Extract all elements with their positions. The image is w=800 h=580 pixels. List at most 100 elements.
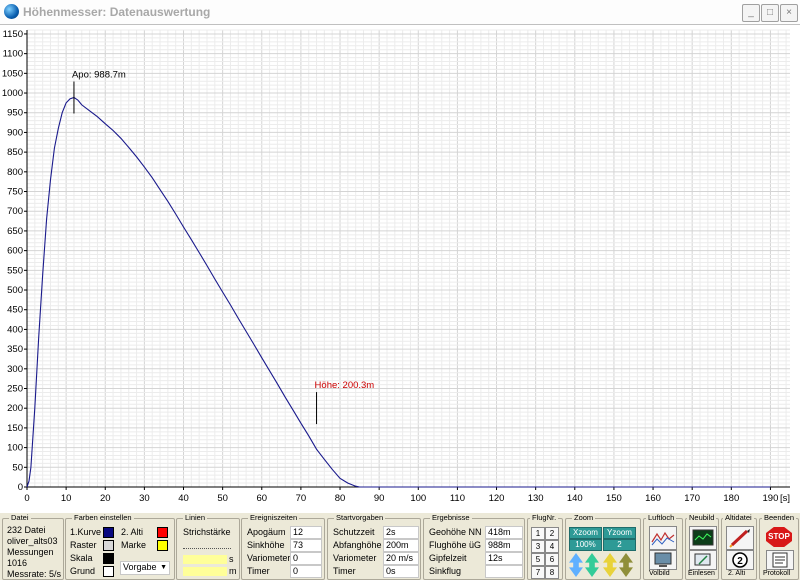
height-input[interactable] xyxy=(183,567,227,576)
y-tick-label: 500 xyxy=(7,285,23,296)
vorgabe-select[interactable]: Vorgabe ▼ xyxy=(120,561,170,575)
flug-button-4[interactable]: 4 xyxy=(545,540,559,553)
alti2-button-label: 2. Alti xyxy=(728,570,746,577)
sinkhoehe-field[interactable]: 73 xyxy=(290,539,322,552)
chart-grid xyxy=(26,29,790,488)
sinkhoehe-label: Sinkhöhe xyxy=(247,540,285,550)
xzoom-in-arrow-icon[interactable] xyxy=(569,553,583,577)
y-tick-label: 450 xyxy=(7,305,23,316)
xzoom-out-arrow-icon[interactable] xyxy=(585,553,599,577)
y-tick-label: 100 xyxy=(7,443,23,454)
y-tick-label: 600 xyxy=(7,246,23,257)
start-timer-field[interactable]: 0s xyxy=(383,565,419,578)
unit-m: m xyxy=(229,566,237,576)
grund-color-swatch[interactable] xyxy=(103,566,114,577)
apogaeum-field[interactable]: 12 xyxy=(290,526,322,539)
minimize-button[interactable]: _ xyxy=(742,4,760,22)
flughoehe-label: Flughöhe üG xyxy=(429,540,482,550)
y-tick-label: 0 xyxy=(18,482,23,493)
yzoom-value: 2 xyxy=(603,539,636,551)
y-tick-label: 400 xyxy=(7,324,23,335)
start-variometer-field[interactable]: 20 m/s xyxy=(383,552,419,565)
x-tick-label: 170 xyxy=(684,493,700,504)
altitude-chart-area: 0 50 100 150 200 250 300 350 400 450 500 550 600 650 7… xyxy=(0,25,800,513)
messungen-value: 1016 xyxy=(7,558,28,568)
yzoom-out-arrow-icon[interactable] xyxy=(619,553,633,577)
volbild-label: Volbild xyxy=(649,570,670,577)
marke-color-swatch[interactable] xyxy=(157,540,168,551)
y-tick-label: 1000 xyxy=(2,88,23,99)
y-tick-label: 350 xyxy=(7,344,23,355)
panel-title: Zoom xyxy=(572,513,596,522)
panel-neubild: Neubild Einlesen xyxy=(685,513,719,580)
x-axis-label: [s] xyxy=(780,493,790,504)
maximize-button[interactable]: □ xyxy=(761,4,779,22)
flug-button-1[interactable]: 1 xyxy=(531,527,545,540)
annotation-label: Höhe: 200.3m xyxy=(315,380,375,391)
panel-ergebnisse: Ergebnisse Geohöhe NN 418m Flughöhe üG 9… xyxy=(423,513,525,580)
flug-button-3[interactable]: 3 xyxy=(531,540,545,553)
y-tick-label: 1100 xyxy=(3,49,23,60)
time-input[interactable] xyxy=(183,555,227,564)
raster-color-swatch[interactable] xyxy=(103,540,114,551)
timer-field[interactable]: 0 xyxy=(290,565,322,578)
timer-label: Timer xyxy=(247,566,270,576)
monitor-icon[interactable] xyxy=(649,550,677,570)
start-variometer-label: Variometer xyxy=(333,553,377,563)
x-tick-label: 40 xyxy=(178,493,189,504)
einlesen-icon[interactable] xyxy=(689,550,717,570)
alti2-label: 2. Alti xyxy=(121,527,144,537)
line-width-slider[interactable] xyxy=(183,540,231,549)
variometer-field[interactable]: 0 xyxy=(290,552,322,565)
panel-farben: Farben einstellen 1.Kurve Raster Skala G… xyxy=(65,513,175,580)
protokoll-icon[interactable] xyxy=(766,550,794,570)
messrate: Messrate: 5/s xyxy=(7,569,62,579)
y-tick-label: 250 xyxy=(7,384,23,395)
y-tick-label: 200 xyxy=(7,403,23,414)
y-tick-label: 1050 xyxy=(2,68,23,79)
kurve1-label: 1.Kurve xyxy=(70,527,102,537)
flug-button-5[interactable]: 5 xyxy=(531,553,545,566)
neubild-graph-icon[interactable] xyxy=(689,526,717,550)
alti2-number-icon[interactable]: 2 xyxy=(726,550,754,570)
abfanghoehe-field[interactable]: 200m xyxy=(383,539,419,552)
skala-color-swatch[interactable] xyxy=(103,553,114,564)
schutzzeit-field[interactable]: 2s xyxy=(383,526,419,539)
annotation-label: Apo: 988.7m xyxy=(72,69,126,80)
close-button[interactable]: × xyxy=(780,4,798,22)
xzoom-button[interactable]: Xzoom xyxy=(569,527,602,539)
panel-flugnr: FlugNr. 1 2 3 4 5 6 7 8 xyxy=(527,513,563,580)
x-tick-label: 180 xyxy=(723,493,739,504)
geohoehe-field: 418m xyxy=(485,526,523,539)
x-tick-label: 100 xyxy=(410,493,426,504)
gipfelzeit-field: 12s xyxy=(485,552,523,565)
flug-button-8[interactable]: 8 xyxy=(545,566,559,579)
rocket-icon[interactable] xyxy=(726,526,754,550)
geohoehe-label: Geohöhe NN xyxy=(429,527,482,537)
yzoom-in-arrow-icon[interactable] xyxy=(603,553,617,577)
flug-button-2[interactable]: 2 xyxy=(545,527,559,540)
y-tick-label: 50 xyxy=(12,462,23,473)
x-tick-label: 190 xyxy=(763,493,779,504)
panel-title: Altidatei xyxy=(723,513,754,522)
panel-title: Ergebnisse xyxy=(430,513,472,522)
y-tick-label: 1150 xyxy=(3,29,23,40)
panel-title: Neubild xyxy=(687,513,717,522)
flug-button-6[interactable]: 6 xyxy=(545,553,559,566)
variometer-label: Variometer xyxy=(247,553,291,563)
panel-altidatei: Altidatei 2 2. Alti xyxy=(721,513,757,580)
luftloch-chart-icon[interactable] xyxy=(649,526,677,550)
panel-title: Farben einstellen xyxy=(72,513,134,522)
stop-button[interactable]: STOP xyxy=(766,527,792,547)
y-tick-label: 900 xyxy=(7,127,23,138)
unit-s: s xyxy=(229,554,234,564)
svg-text:2: 2 xyxy=(737,556,743,567)
einlesen-label: Einlesen xyxy=(688,570,715,577)
y-tick-label: 300 xyxy=(7,364,23,375)
kurve1-color-swatch[interactable] xyxy=(103,527,114,538)
y-tick-label: 800 xyxy=(7,167,23,178)
alti2-color-swatch[interactable] xyxy=(157,527,168,538)
flug-button-7[interactable]: 7 xyxy=(531,566,545,579)
x-tick-label: 80 xyxy=(335,493,346,504)
yzoom-button[interactable]: Yzoom xyxy=(603,527,636,539)
